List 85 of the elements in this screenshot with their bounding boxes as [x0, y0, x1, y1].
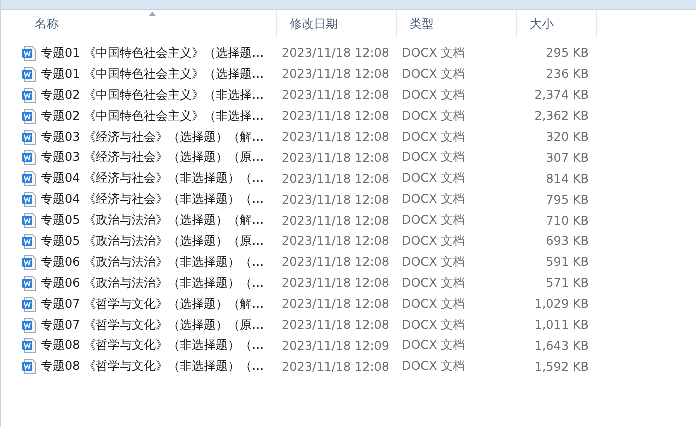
type-cell-text: DOCX 文档: [401, 254, 466, 271]
type-cell-text: DOCX 文档: [401, 191, 466, 208]
file-name[interactable]: 专题07 《哲学与文化》（选择题）（解…: [41, 296, 264, 313]
column-header[interactable]: 名称: [22, 10, 277, 38]
file-name[interactable]: 专题01 《中国特色社会主义》（选择题…: [41, 44, 264, 62]
type-cell-text: DOCX 文档: [401, 337, 466, 354]
size-cell-text: 1,011 KB: [534, 318, 590, 332]
file-name[interactable]: 专题04 《经济与社会》（非选择题）（…: [41, 191, 264, 208]
file-name[interactable]: 专题02 《中国特色社会主义》（非选择…: [41, 108, 264, 125]
size-cell-text: 795 KB: [545, 192, 590, 207]
date-cell-text: 2023/11/18 12:08: [281, 234, 391, 248]
file-name[interactable]: 专题03 《经济与社会》（选择题）（解…: [41, 128, 264, 146]
size-cell-text: 236 KB: [545, 67, 590, 82]
date-cell-text: 2023/11/18 12:08: [281, 276, 391, 290]
size-cell-text: 710 KB: [545, 214, 590, 228]
file-name[interactable]: 专题01 《中国特色社会主义》（选择题…: [41, 66, 264, 83]
word-document-icon: [22, 46, 36, 61]
date-cell-text: 2023/11/18 12:08: [281, 88, 391, 102]
size-cell-text: 1,643 KB: [534, 338, 590, 353]
size-cell-text: 1,029 KB: [534, 297, 590, 312]
word-document-icon: [22, 192, 36, 208]
type-cell-text: DOCX 文档: [401, 66, 466, 83]
date-cell-text: 2023/11/18 12:08: [281, 318, 391, 332]
type-cell-text: DOCX 文档: [401, 212, 466, 230]
date-cell-text: 2023/11/18 12:08: [281, 46, 391, 60]
word-document-icon: [22, 213, 36, 228]
date-cell-text: 2023/11/18 12:08: [281, 130, 391, 144]
word-document-icon: [22, 88, 36, 103]
date-cell-text: 2023/11/18 12:08: [281, 192, 391, 207]
size-cell-text: 320 KB: [545, 130, 590, 144]
word-document-icon: [22, 108, 36, 124]
word-document-icon: [22, 66, 36, 82]
type-cell-text: DOCX 文档: [401, 170, 466, 188]
type-cell-text: DOCX 文档: [401, 108, 466, 125]
column-header[interactable]: 类型: [397, 10, 517, 38]
size-cell-text: 295 KB: [545, 46, 590, 60]
word-document-icon: [22, 150, 36, 166]
size-cell-text: 2,374 KB: [534, 88, 590, 102]
date-cell-text: 2023/11/18 12:09: [281, 338, 391, 353]
type-cell-text: DOCX 文档: [401, 149, 466, 166]
date-cell-text: 2023/11/18 12:08: [281, 150, 391, 165]
file-name[interactable]: 专题06 《政治与法治》（非选择题）（…: [41, 254, 264, 271]
word-document-icon: [22, 296, 36, 312]
file-name[interactable]: 专题02 《中国特色社会主义》（非选择…: [41, 86, 264, 104]
date-cell-text: 2023/11/18 12:08: [281, 255, 391, 270]
file-name[interactable]: 专题07 《哲学与文化》（选择题）（原…: [41, 316, 264, 334]
file-name[interactable]: 专题03 《经济与社会》（选择题）（原…: [41, 149, 264, 166]
type-cell-text: DOCX 文档: [401, 358, 466, 376]
word-document-icon: [22, 276, 36, 291]
file-name[interactable]: 专题04 《经济与社会》（非选择题）（…: [41, 170, 264, 188]
file-name[interactable]: 专题05 《政治与法治》（选择题）（解…: [41, 212, 264, 230]
size-cell-text: 571 KB: [545, 276, 590, 290]
sort-arrow-icon: [149, 12, 156, 16]
file-name[interactable]: 专题06 《政治与法治》（非选择题）（…: [41, 274, 264, 292]
size-cell-text: 591 KB: [545, 255, 590, 270]
word-document-icon: [22, 318, 36, 333]
column-header[interactable]: 大小: [517, 10, 597, 38]
file-name[interactable]: 专题08 《哲学与文化》（非选择题）（…: [41, 337, 264, 354]
file-name[interactable]: 专题08 《哲学与文化》（非选择题）（…: [41, 358, 264, 376]
type-cell-text: DOCX 文档: [401, 128, 466, 146]
type-cell-text: DOCX 文档: [401, 86, 466, 104]
word-document-icon: [22, 359, 36, 374]
file-name[interactable]: 专题05 《政治与法治》（选择题）（原…: [41, 232, 264, 250]
date-cell-text: 2023/11/18 12:08: [281, 214, 391, 228]
date-cell-text: 2023/11/18 12:08: [281, 109, 391, 124]
date-cell-text: 2023/11/18 12:08: [281, 297, 391, 312]
size-cell-text: 693 KB: [545, 234, 590, 248]
type-cell-text: DOCX 文档: [401, 44, 466, 62]
size-cell-text: 1,592 KB: [534, 360, 590, 374]
word-document-icon: [22, 130, 36, 144]
size-cell-text: 307 KB: [545, 150, 590, 165]
type-cell-text: DOCX 文档: [401, 296, 466, 313]
type-cell-text: DOCX 文档: [401, 274, 466, 292]
date-cell-text: 2023/11/18 12:08: [281, 67, 391, 82]
word-document-icon: [22, 171, 36, 186]
type-cell-text: DOCX 文档: [401, 232, 466, 250]
word-document-icon: [22, 234, 36, 249]
date-cell-text: 2023/11/18 12:08: [281, 172, 391, 186]
size-cell-text: 2,362 KB: [534, 109, 590, 124]
column-header[interactable]: 修改日期: [277, 10, 397, 38]
type-cell-text: DOCX 文档: [401, 316, 466, 334]
date-cell-text: 2023/11/18 12:08: [281, 360, 391, 374]
word-document-icon: [22, 338, 36, 354]
word-document-icon: [22, 254, 36, 270]
size-cell-text: 814 KB: [545, 172, 590, 186]
